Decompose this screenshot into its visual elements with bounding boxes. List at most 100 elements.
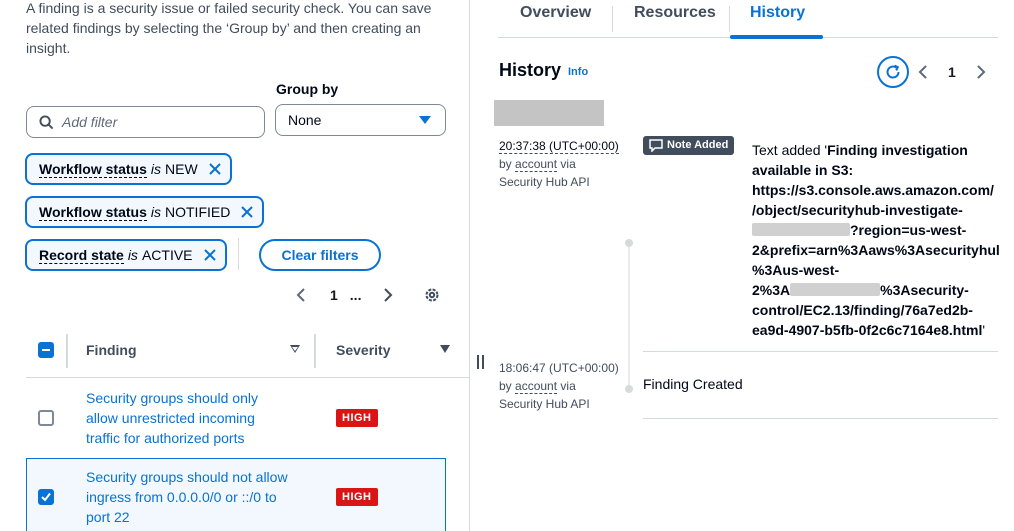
filter-input[interactable]: Add filter <box>26 106 265 138</box>
by-prefix: by <box>499 157 512 171</box>
sort-icon[interactable] <box>440 345 450 353</box>
account-link[interactable]: account <box>515 379 558 394</box>
close-icon[interactable] <box>203 248 217 262</box>
text-suffix: ' <box>982 322 986 338</box>
via-text: via <box>560 157 576 171</box>
token-operator: is <box>127 247 138 263</box>
redacted-date-label <box>494 100 604 126</box>
token-value: NOTIFIED <box>165 204 231 220</box>
filter-token-workflow-notified[interactable]: Workflow status is NOTIFIED <box>25 196 265 228</box>
finding-title-line: traffic for authorized ports <box>86 430 245 446</box>
note-line: 2%3A <box>752 282 791 298</box>
chevron-left-icon[interactable] <box>918 65 928 79</box>
table-row[interactable]: Security groups should only allow unrest… <box>26 378 446 458</box>
chevron-left-icon[interactable] <box>296 284 308 306</box>
timeline-dot <box>625 239 633 247</box>
note-line: /object/securityhub-investigate- <box>752 202 963 218</box>
filter-token-workflow-new[interactable]: Workflow status is NEW <box>25 153 232 185</box>
note-line: 2&prefix=arn%3Aaws%3Asecurityhul <box>752 242 1000 258</box>
filter-token-record-state[interactable]: Record state is ACTIVE <box>25 239 227 271</box>
finding-title-link[interactable]: Security groups should not allow ingress… <box>86 467 296 527</box>
clear-filters-button[interactable]: Clear filters <box>259 239 381 271</box>
note-text: Text added 'Finding investigation availa… <box>752 140 1002 340</box>
grip-bar <box>477 355 479 369</box>
gear-icon[interactable] <box>423 286 441 304</box>
sort-icon[interactable] <box>290 345 300 353</box>
event-timestamp: 20:37:38 (UTC+00:00) <box>499 139 619 154</box>
tab-resources[interactable]: Resources <box>634 4 716 22</box>
token-value: ACTIVE <box>141 247 193 263</box>
token-operator: is <box>150 161 161 177</box>
findings-panel: A finding is a security issue or failed … <box>0 0 470 531</box>
tab-overview[interactable]: Overview <box>520 4 591 22</box>
event-meta: 20:37:38 (UTC+00:00) by account via Secu… <box>499 137 619 191</box>
refresh-icon <box>886 64 900 79</box>
caret-down-icon <box>419 116 431 124</box>
intro-text: A finding is a security issue or failed … <box>26 0 432 56</box>
event-divider <box>643 351 998 352</box>
info-link[interactable]: Info <box>568 66 588 78</box>
event-source: Security Hub API <box>499 175 590 189</box>
close-icon[interactable] <box>208 162 222 176</box>
page-number[interactable]: 1 <box>330 287 338 303</box>
event-divider <box>643 418 998 419</box>
note-added-badge: Note Added <box>643 136 735 155</box>
group-by-label: Group by <box>276 81 339 97</box>
column-header-finding[interactable]: Finding <box>86 342 137 358</box>
tab-history[interactable]: History <box>750 4 805 22</box>
badge-label: Note Added <box>667 139 729 151</box>
chevron-right-icon[interactable] <box>383 284 395 306</box>
by-prefix: by <box>499 379 512 393</box>
select-all-checkbox[interactable] <box>38 342 54 358</box>
finding-title-link[interactable]: Security groups should only allow unrest… <box>86 388 296 448</box>
comment-icon <box>649 139 663 152</box>
event-timestamp: 18:06:47 (UTC+00:00) <box>499 361 619 375</box>
tab-separator <box>729 6 730 32</box>
finding-title-line: Security groups should only <box>86 390 258 406</box>
page-ellipsis: ... <box>349 287 362 303</box>
table-header: Finding Severity <box>26 330 469 378</box>
panel-resize-handle[interactable] <box>477 355 485 369</box>
note-line: https://s3.console.aws.amazon.com/ <box>752 182 994 198</box>
finding-title-line: port 22 <box>86 509 130 525</box>
token-key: Record state <box>39 246 124 264</box>
chevron-right-icon[interactable] <box>976 65 986 79</box>
token-value: NEW <box>165 161 198 177</box>
column-divider[interactable] <box>314 334 316 368</box>
note-line: %3Asecurity- <box>880 282 969 298</box>
column-header-severity[interactable]: Severity <box>336 342 390 358</box>
redacted-bucket <box>752 223 850 236</box>
redacted-account-id <box>790 283 881 296</box>
refresh-button[interactable] <box>877 56 909 88</box>
row-checkbox[interactable] <box>38 410 54 426</box>
history-pagination: 1 <box>918 62 986 82</box>
checkmark-icon <box>41 492 51 502</box>
via-text: via <box>560 379 576 393</box>
token-operator: is <box>150 204 161 220</box>
severity-badge: HIGH <box>336 409 378 427</box>
finding-title-line: Security groups should not allow <box>86 469 288 485</box>
close-icon[interactable] <box>240 205 254 219</box>
grip-bar <box>482 355 484 369</box>
group-by-select[interactable]: None <box>275 104 446 136</box>
row-checkbox[interactable] <box>38 489 54 505</box>
findings-pagination: 1 ... <box>296 284 456 306</box>
event-description: Finding Created <box>643 376 743 392</box>
page-number[interactable]: 1 <box>948 64 956 80</box>
timeline-dot <box>625 385 633 393</box>
table-row[interactable]: Security groups should not allow ingress… <box>26 458 446 531</box>
note-line: Finding investigation <box>827 142 968 158</box>
divider <box>238 238 239 270</box>
column-divider <box>66 334 68 368</box>
note-line: control/EC2.13/finding/76a7ed2b- <box>752 302 973 318</box>
timeline-line <box>628 243 630 388</box>
note-line: %3Aus-west- <box>752 262 840 278</box>
note-line: ?region=us-west- <box>850 222 967 238</box>
search-icon <box>39 114 54 129</box>
note-line: available in S3: <box>752 162 854 178</box>
token-key: Workflow status <box>39 160 147 178</box>
event-source: Security Hub API <box>499 397 590 411</box>
severity-badge: HIGH <box>336 488 378 506</box>
account-link[interactable]: account <box>515 157 558 172</box>
active-tab-indicator <box>730 35 823 39</box>
